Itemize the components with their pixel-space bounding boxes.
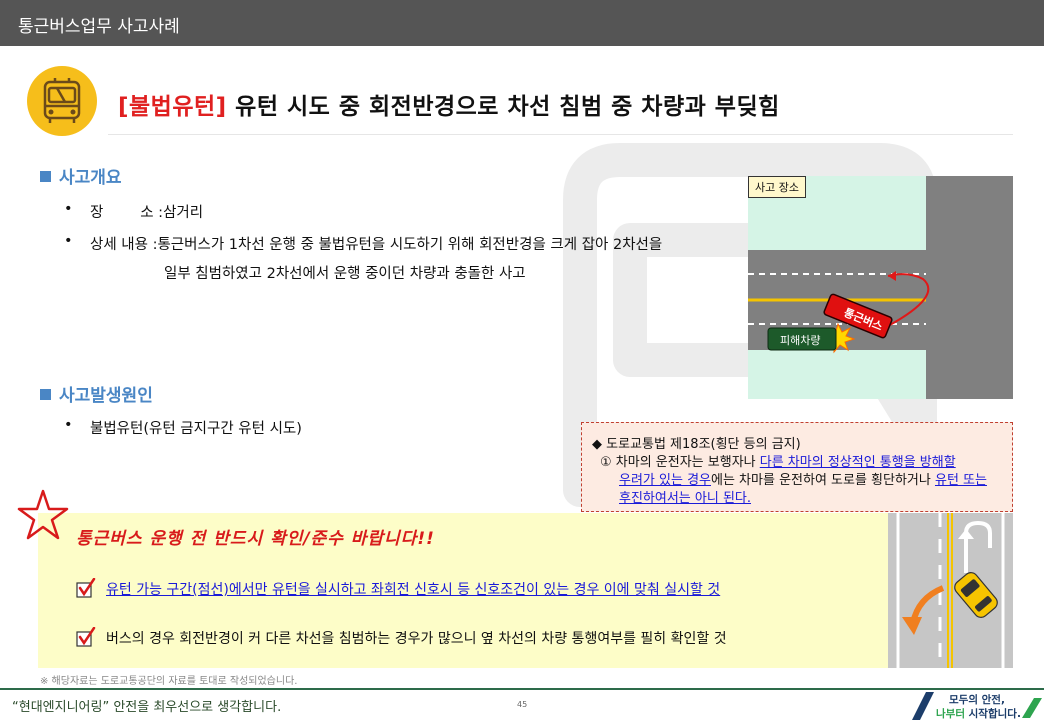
checkbox-check-icon: [76, 577, 96, 598]
bullet-dot-icon: •: [64, 417, 73, 433]
section-cause-title: 사고발생원인: [40, 381, 153, 406]
law-title: ◆ 도로교통법 제18조(횡단 등의 금지): [592, 437, 801, 452]
bullet-dot-icon: •: [64, 233, 73, 249]
page-header-title: 통근버스업무 사고사례: [18, 17, 180, 37]
page-number: 45: [517, 700, 528, 709]
page-title: [불법유턴] 유턴 시도 중 회전반경으로 차선 침범 중 차량과 부딪힘: [118, 87, 780, 121]
notice-item-1: 유턴 가능 구간(점선)에서만 유턴을 실시하고 좌회전 신호시 등 신호조건이…: [106, 582, 721, 598]
footer-slogan: “현대엔지니어링” 안전을 최우선으로 생각합니다.: [12, 700, 282, 715]
green-slash-icon: [1022, 698, 1042, 718]
intersection-map: 통근버스 피해차량: [748, 176, 1013, 399]
bus-icon: [43, 78, 81, 123]
detail-value: 통근버스가 1차선 운행 중 불법유턴을 시도하기 위해 회전반경을 크게 잡아…: [157, 237, 663, 253]
section-overview-label: 사고개요: [59, 168, 122, 188]
safety-logo: 모두의 안전, 나부터 시작합니다.: [912, 692, 1042, 720]
law-line-3: 후진하여서는 아니 된다.: [619, 491, 751, 506]
location-label: 장 소 :: [90, 205, 164, 221]
law-line-2: 우려가 있는 경우에는 차마를 운전하여 도로를 횡단하거나 유턴 또는: [619, 473, 987, 488]
title-text: 유턴 시도 중 회전반경으로 차선 침범 중 차량과 부딪힘: [226, 94, 780, 120]
title-tag: [불법유턴]: [118, 94, 227, 120]
detail-label: 상세 내용 :: [90, 237, 158, 253]
victim-car-label: 피해차량: [780, 333, 820, 347]
slash-logo-icon: [912, 692, 934, 720]
section-overview-title: 사고개요: [40, 163, 122, 188]
star-icon: [17, 489, 69, 540]
source-footnote: ※ 해당자료는 도로교통공단의 자료를 토대로 작성되었습니다.: [40, 676, 298, 687]
overview-detail-continued: 일부 침범하였고 2차선에서 운행 중이던 차량과 충돌한 사고: [164, 266, 526, 282]
bus-logo: [27, 66, 97, 136]
checkbox-check-icon: [76, 626, 96, 647]
law-reference-box: ◆ 도로교통법 제18조(횡단 등의 금지) ① 차마의 운전자는 보행자나 다…: [581, 422, 1013, 512]
overview-item-location: • 장 소 :삼거리: [64, 201, 204, 222]
square-bullet-icon: [40, 171, 51, 182]
notice-title: 통근버스 운행 전 반드시 확인/준수 바랍니다!!: [76, 529, 435, 549]
bullet-dot-icon: •: [64, 201, 73, 217]
title-divider: [108, 134, 1013, 135]
overview-item-detail: • 상세 내용 :통근버스가 1차선 운행 중 불법유턴을 시도하기 위해 회전…: [64, 233, 663, 254]
footer-motto-line1: 모두의 안전,: [949, 694, 1005, 706]
location-value: 삼거리: [163, 205, 204, 221]
top-bar: 통근버스업무 사고사례: [0, 0, 1044, 46]
notice-item-2: 버스의 경우 회전반경이 커 다른 차선을 침범하는 경우가 많으니 옆 차선의…: [106, 631, 727, 647]
accident-location-diagram: 통근버스 피해차량 사고 장소: [748, 176, 1013, 399]
law-line-1: ① 차마의 운전자는 보행자나 다른 차마의 정상적인 통행을 방해할: [600, 455, 956, 470]
footer-divider: [0, 688, 1044, 690]
square-bullet-icon: [40, 389, 51, 400]
cause-text: 불법유턴(유턴 금지구간 유턴 시도): [90, 421, 302, 437]
section-cause-label: 사고발생원인: [59, 386, 153, 406]
cause-item: • 불법유턴(유턴 금지구간 유턴 시도): [64, 417, 302, 438]
location-label-badge: 사고 장소: [748, 176, 806, 198]
uturn-illustration: [888, 513, 1013, 668]
footer-motto-line2: 나부터 시작합니다.: [936, 708, 1021, 720]
